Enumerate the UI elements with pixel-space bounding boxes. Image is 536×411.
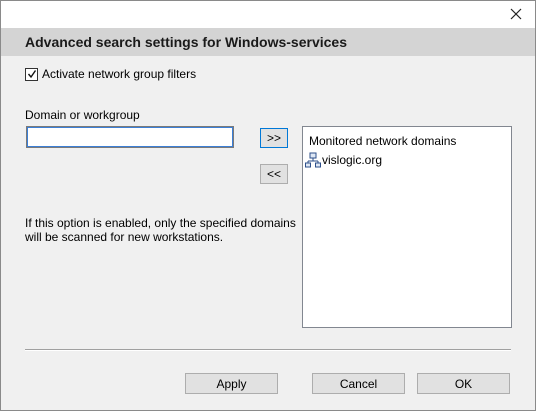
close-button[interactable] bbox=[501, 3, 531, 25]
list-item[interactable]: vislogic.org bbox=[305, 152, 382, 168]
network-filter-label: Activate network group filters bbox=[42, 67, 197, 81]
cancel-button[interactable]: Cancel bbox=[312, 373, 405, 394]
network-domain-icon bbox=[305, 152, 321, 168]
domain-input[interactable] bbox=[26, 126, 234, 148]
ok-button[interactable]: OK bbox=[417, 373, 510, 394]
title-bar bbox=[1, 1, 535, 28]
list-header: Monitored network domains bbox=[309, 134, 457, 148]
dialog-window: Advanced search settings for Windows-ser… bbox=[0, 0, 536, 411]
info-text: If this option is enabled, only the spec… bbox=[25, 216, 296, 244]
apply-button[interactable]: Apply bbox=[185, 373, 278, 394]
list-item-label: vislogic.org bbox=[322, 153, 383, 167]
domain-input-label: Domain or workgroup bbox=[25, 108, 140, 122]
dialog-title: Advanced search settings for Windows-ser… bbox=[25, 34, 347, 50]
add-domain-button[interactable]: >> bbox=[260, 128, 288, 148]
network-filter-checkbox[interactable] bbox=[25, 67, 38, 81]
checkmark-icon bbox=[27, 70, 36, 79]
header-band: Advanced search settings for Windows-ser… bbox=[1, 28, 535, 56]
monitored-domains-list[interactable]: Monitored network domains vislogic.org bbox=[302, 126, 512, 328]
remove-domain-button[interactable]: << bbox=[260, 164, 288, 184]
footer-separator bbox=[25, 349, 511, 351]
close-icon bbox=[510, 8, 522, 20]
network-filter-checkbox-row[interactable]: Activate network group filters bbox=[25, 67, 196, 81]
